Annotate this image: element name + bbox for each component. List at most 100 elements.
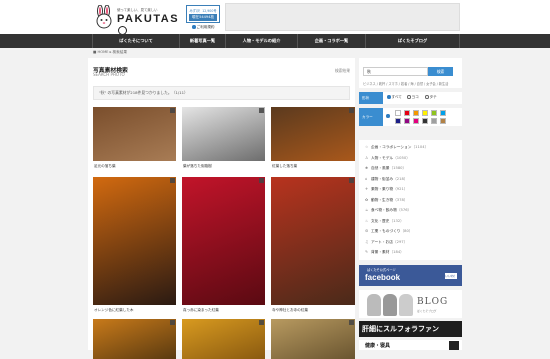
- category-count: （1050）: [393, 155, 410, 160]
- favorite-icon[interactable]: [349, 320, 354, 325]
- photo-caption[interactable]: 紅葉した落ち葉: [272, 164, 297, 169]
- nav-item-new-photos[interactable]: 新着写真一覧: [180, 34, 226, 48]
- shape-option-portrait[interactable]: タテ: [425, 95, 437, 100]
- photo-caption[interactable]: オレンジ色に紅葉した木: [94, 308, 134, 313]
- search-input[interactable]: 秋: [363, 67, 428, 76]
- category-label: 動物・生き物: [371, 197, 394, 202]
- photo-caption[interactable]: 寺や神社とお寺の紅葉: [272, 308, 308, 313]
- person-illustration-icon: [383, 294, 397, 316]
- favorite-icon[interactable]: [349, 178, 354, 183]
- photo-caption[interactable]: 足元の落ち葉: [94, 164, 116, 169]
- color-swatch[interactable]: [413, 110, 419, 116]
- favorite-icon[interactable]: [170, 320, 175, 325]
- site-header: 使って楽しい、見て楽しい PAKUTAS みずほ！12,900号 現在54494…: [0, 0, 550, 35]
- ad-banner-bottom[interactable]: 健康・寝具: [359, 340, 462, 350]
- photo-thumb[interactable]: [93, 177, 176, 305]
- category-item[interactable]: ☆ 企画・コラボレーション（1104）: [365, 145, 428, 150]
- facebook-banner[interactable]: ぱくたそ公式ページ facebook いいね！: [359, 265, 462, 286]
- photo-thumb[interactable]: [182, 319, 265, 359]
- nav-item-blog[interactable]: ぱくたそブログ: [366, 34, 460, 48]
- shape-option-all[interactable]: すべて: [387, 95, 402, 100]
- search-button[interactable]: 検索: [428, 67, 453, 76]
- category-label: 企画・コラボレーション: [371, 145, 412, 149]
- category-count: （297）: [392, 239, 408, 244]
- shape-filter-label: 形状: [359, 92, 383, 104]
- category-count: （576）: [396, 208, 412, 212]
- category-item[interactable]: ⌂ 建物・街並み（218）: [365, 177, 408, 182]
- category-icon: ♙: [365, 155, 369, 160]
- blog-banner[interactable]: BLOG ぱくたそブログ: [359, 290, 462, 318]
- shape-option-landscape[interactable]: ヨコ: [407, 95, 419, 100]
- category-icon: ❀: [365, 166, 369, 170]
- nav-item-about[interactable]: ぱくたそについて: [93, 34, 180, 48]
- color-filter: カラー: [359, 108, 462, 126]
- color-swatch[interactable]: [404, 118, 410, 124]
- category-count: （218）: [393, 176, 408, 181]
- search-results-link[interactable]: 検索結果: [335, 68, 350, 74]
- favorite-icon[interactable]: [259, 178, 264, 183]
- site-tagline: 使って楽しい、見て楽しい: [117, 8, 158, 12]
- photo-thumb[interactable]: [182, 107, 265, 161]
- category-count: （80）: [400, 229, 413, 233]
- favorite-icon[interactable]: [259, 108, 264, 113]
- favorite-icon[interactable]: [170, 178, 175, 183]
- color-swatch[interactable]: [413, 118, 419, 124]
- color-swatch[interactable]: [431, 118, 437, 124]
- photo-thumb[interactable]: [93, 107, 176, 161]
- like-button[interactable]: いいね！: [445, 273, 457, 279]
- radio-selected-icon: [387, 95, 391, 99]
- category-icon: ♫: [365, 239, 369, 244]
- nav-spacer-left: [0, 34, 93, 48]
- color-swatch[interactable]: [440, 110, 446, 116]
- color-swatch[interactable]: [395, 118, 401, 124]
- photo-caption[interactable]: 真っ赤に染まった紅葉: [183, 308, 219, 313]
- category-item[interactable]: ⚙ 工業・ものづくり（80）: [365, 229, 413, 234]
- photo-count-value: 現在54494枚: [189, 14, 217, 21]
- radio-selected-icon: [386, 114, 390, 118]
- photo-thumb[interactable]: [271, 319, 355, 359]
- category-item[interactable]: ✈ 乗物・乗り物（921）: [365, 187, 408, 192]
- terms-link[interactable]: ご利用規約: [192, 25, 214, 30]
- category-label: 食べ物・飲み物: [371, 208, 397, 212]
- blog-banner-subtitle: ぱくたそブログ: [417, 309, 437, 313]
- info-icon: [192, 25, 196, 29]
- category-item[interactable]: ✿ 動物・生き物（378）: [365, 198, 408, 203]
- color-option-all[interactable]: [386, 114, 391, 118]
- category-count: （1580）: [389, 166, 407, 170]
- category-count: （921）: [393, 187, 408, 191]
- color-swatch[interactable]: [422, 118, 428, 124]
- site-logo[interactable]: 使って楽しい、見て楽しい PAKUTAS: [93, 5, 183, 35]
- category-item[interactable]: ☕ 食べ物・飲み物（576）: [365, 208, 411, 213]
- category-label: 背景・素材: [371, 250, 390, 254]
- color-swatch[interactable]: [422, 110, 428, 116]
- header-ad-banner[interactable]: [225, 3, 460, 31]
- color-swatch[interactable]: [431, 110, 437, 116]
- ad-product-icon: [449, 341, 459, 350]
- ad-banner[interactable]: 肝細にスルフォラファン: [359, 321, 462, 337]
- color-swatch[interactable]: [440, 118, 446, 124]
- category-item[interactable]: ♫ アート・お店（297）: [365, 240, 407, 245]
- person-illustration-icon: [367, 294, 381, 316]
- photo-caption[interactable]: 葉が落ちた街路樹: [183, 164, 212, 169]
- favorite-icon[interactable]: [349, 108, 354, 113]
- photo-thumb[interactable]: [93, 319, 176, 359]
- photo-thumb[interactable]: [182, 177, 265, 305]
- category-item[interactable]: ✎ 背景・素材（184）: [365, 250, 404, 255]
- popular-keywords[interactable]: ビジネス / 乾杯 / スマホ / 若者 / 海 / 自然 / 女子会 / 新生…: [363, 81, 448, 86]
- category-item[interactable]: ❀ 自然・風景（1580）: [365, 166, 406, 171]
- color-swatch[interactable]: [404, 110, 410, 116]
- breadcrumb-home[interactable]: HOME: [98, 50, 109, 54]
- favorite-icon[interactable]: [170, 108, 175, 113]
- nav-item-collabs[interactable]: 企画・コラボ一覧: [298, 34, 366, 48]
- category-item[interactable]: ♨ 文化・歴史（132）: [365, 219, 404, 224]
- category-count: （378）: [393, 197, 408, 202]
- photo-count-label: みずほ！12,900号: [189, 9, 217, 13]
- color-swatch[interactable]: [395, 110, 401, 116]
- photo-thumb[interactable]: [271, 177, 355, 305]
- nav-item-models[interactable]: 人物・モデルの紹介: [226, 34, 298, 48]
- category-count: （132）: [389, 218, 404, 223]
- color-filter-label: カラー: [359, 108, 383, 126]
- photo-thumb[interactable]: [271, 107, 355, 161]
- category-item[interactable]: ♙ 人物・モデル（1050）: [365, 156, 410, 161]
- favorite-icon[interactable]: [259, 320, 264, 325]
